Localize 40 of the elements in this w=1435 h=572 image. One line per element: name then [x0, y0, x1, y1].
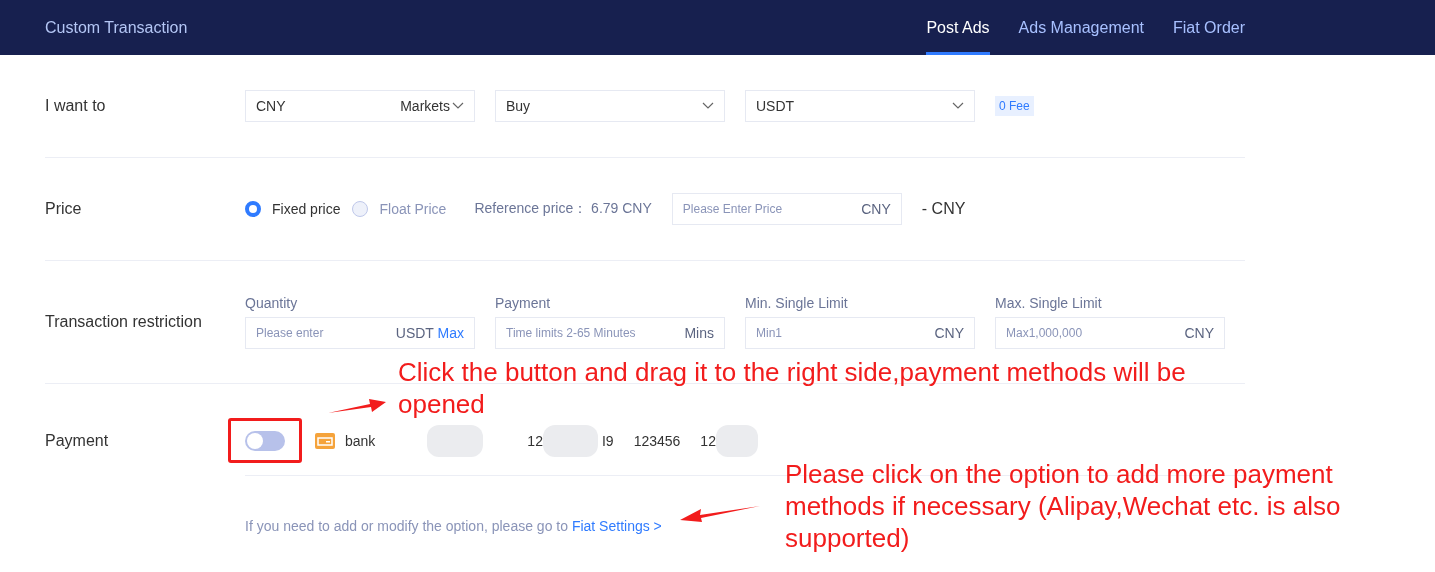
price-field[interactable]: Please Enter Price CNY: [671, 193, 902, 225]
chevron-down-icon: [952, 102, 964, 110]
row-label: Transaction restriction: [45, 313, 203, 331]
radio-dot[interactable]: [352, 201, 369, 217]
nav-tab[interactable]: Fiat Order: [1173, 0, 1245, 55]
nav-tab[interactable]: Post Ads: [926, 0, 990, 55]
toggle-switch[interactable]: [245, 430, 285, 451]
fee-badge: 0 Fee: [995, 96, 1034, 116]
price-result: - CNY: [921, 200, 966, 218]
hint-text: If you need to add or modify the option, please go to Fiat Settings >: [245, 518, 662, 534]
field-label: Min. Single Limit: [745, 295, 849, 311]
row-label: I want to: [45, 97, 107, 115]
input-field[interactable]: Time limits 2-65 Minutes Mins: [495, 317, 725, 349]
dropdown-field[interactable]: USDT: [745, 90, 975, 122]
input-field[interactable]: Please enter USDT Max: [245, 317, 475, 349]
page-title: Custom Transaction: [45, 18, 188, 37]
card-icon: [315, 432, 335, 449]
row-label: Payment: [45, 431, 110, 450]
annotation-text: Please click on the option to add more payment methods if necessary (Alipay,Wechat etc. is also supported): [785, 458, 1342, 554]
chevron-down-icon: [452, 102, 464, 110]
account-detail: 12: [700, 432, 716, 449]
input-field[interactable]: Max1,000,000 CNY: [995, 317, 1225, 349]
account-detail: 123456: [633, 432, 681, 449]
settings-link[interactable]: Fiat Settings >: [571, 518, 662, 534]
field-label: Quantity: [245, 295, 299, 311]
radio-dot[interactable]: [245, 201, 261, 217]
account-detail: I9: [601, 432, 614, 449]
field-label: Payment: [495, 295, 552, 311]
radio-option[interactable]: Fixed price: [245, 201, 341, 217]
payment-method: bank: [345, 432, 376, 449]
chevron-down-icon: [702, 102, 714, 110]
row-label: Price: [45, 200, 83, 218]
dropdown-field[interactable]: Buy: [495, 90, 725, 122]
annotation-text: Click the button and drag it to the right side,payment methods will be opened: [398, 356, 1187, 420]
dropdown-field[interactable]: CNY Markets: [245, 90, 475, 122]
account-detail: 12: [527, 432, 543, 449]
reference-price: Reference price： 6.79 CNY: [474, 200, 652, 218]
nav-tab[interactable]: Ads Management: [1018, 0, 1144, 55]
field-label: Max. Single Limit: [995, 295, 1103, 311]
input-field[interactable]: Min1 CNY: [745, 317, 975, 349]
